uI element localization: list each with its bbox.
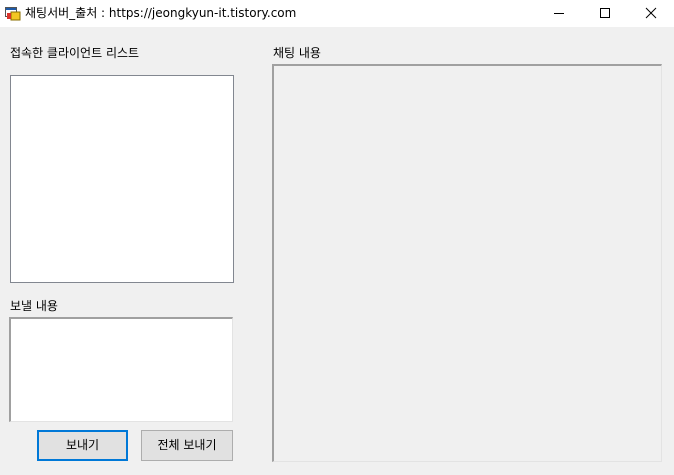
- close-icon: [645, 7, 657, 19]
- minimize-button[interactable]: [536, 0, 582, 27]
- minimize-icon: [554, 13, 564, 14]
- close-button[interactable]: [628, 0, 674, 27]
- client-list-label: 접속한 클라이언트 리스트: [10, 46, 140, 60]
- message-input[interactable]: [9, 317, 233, 422]
- chat-log[interactable]: [272, 64, 662, 462]
- message-label: 보낼 내용: [10, 299, 58, 313]
- client-listbox[interactable]: [10, 75, 234, 283]
- send-button[interactable]: 보내기: [37, 430, 128, 461]
- title-bar[interactable]: 채팅서버_출처 : https://jeongkyun-it.tistory.c…: [0, 0, 674, 27]
- maximize-icon: [600, 8, 610, 18]
- maximize-button[interactable]: [582, 0, 628, 27]
- chat-label: 채팅 내용: [273, 46, 321, 60]
- send-all-button[interactable]: 전체 보내기: [141, 430, 233, 461]
- winforms-app-icon: [5, 5, 21, 21]
- window-title: 채팅서버_출처 : https://jeongkyun-it.tistory.c…: [25, 6, 297, 20]
